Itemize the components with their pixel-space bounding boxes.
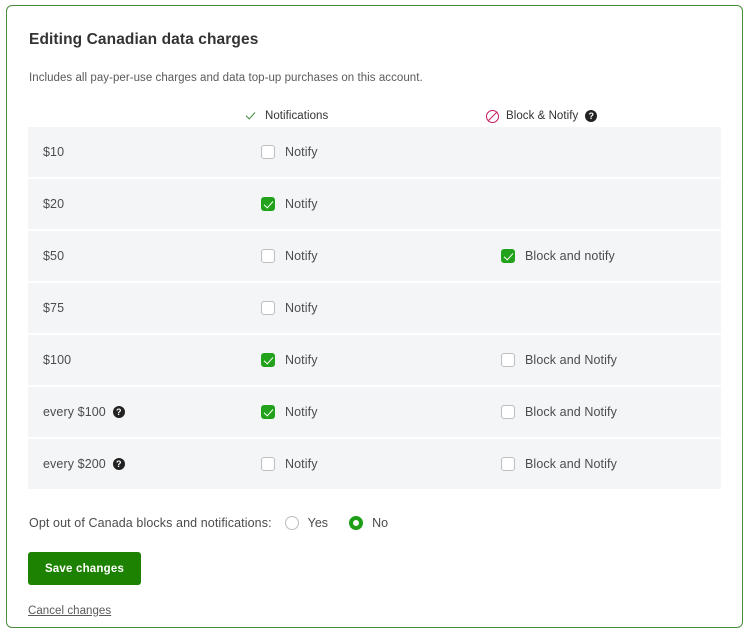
row-amount-cell: $75 (28, 301, 261, 315)
optout-label: Opt out of Canada blocks and notificatio… (29, 516, 272, 530)
block-notify-checkbox[interactable] (501, 353, 515, 367)
row-amount-label: $50 (43, 249, 65, 263)
page-title: Editing Canadian data charges (29, 31, 259, 48)
row-amount-cell: $100 (28, 353, 261, 367)
notify-checkbox[interactable] (261, 145, 275, 159)
block-notify-option[interactable]: Block and Notify (501, 353, 721, 367)
notify-option[interactable]: Notify (261, 301, 501, 315)
notify-option[interactable]: Notify (261, 197, 501, 211)
page-subtitle: Includes all pay-per-use charges and dat… (29, 72, 423, 84)
row-amount-label: every $100 (43, 405, 106, 419)
notify-option[interactable]: Notify (261, 353, 501, 367)
notify-label: Notify (285, 145, 318, 159)
notify-label: Notify (285, 457, 318, 471)
help-icon[interactable]: ? (112, 458, 125, 470)
charges-table: Notifications Block & Notify ? $10 Notify… (28, 105, 721, 489)
header-notifications-label: Notifications (265, 110, 329, 122)
table-row: $75 Notify (28, 283, 721, 335)
table-row: $10 Notify (28, 127, 721, 179)
notify-option[interactable]: Notify (261, 405, 501, 419)
table-row: $50 Notify Block and notify (28, 231, 721, 283)
notify-label: Notify (285, 197, 318, 211)
check-icon (246, 110, 258, 122)
notify-checkbox[interactable] (261, 457, 275, 471)
block-notify-checkbox[interactable] (501, 457, 515, 471)
notify-option[interactable]: Notify (261, 249, 501, 263)
editing-charges-card: Editing Canadian data charges Includes a… (6, 5, 743, 628)
help-icon[interactable]: ? (585, 110, 598, 122)
table-row: $100 Notify Block and Notify (28, 335, 721, 387)
row-amount-label: $100 (43, 353, 72, 367)
notify-label: Notify (285, 405, 318, 419)
notify-checkbox[interactable] (261, 301, 275, 315)
row-amount-cell: $10 (28, 145, 261, 159)
block-notify-checkbox[interactable] (501, 249, 515, 263)
table-header-row: Notifications Block & Notify ? (28, 105, 721, 127)
header-block-notify-label: Block & Notify (506, 110, 579, 122)
notify-label: Notify (285, 301, 318, 315)
table-row: $20 Notify (28, 179, 721, 231)
notify-label: Notify (285, 249, 318, 263)
block-notify-option[interactable]: Block and Notify (501, 457, 721, 471)
row-amount-label: $10 (43, 145, 65, 159)
header-block-notify: Block & Notify ? (486, 109, 721, 123)
row-amount-label: every $200 (43, 457, 106, 471)
save-changes-button[interactable]: Save changes (28, 552, 141, 585)
table-row: every $200? Notify Block and Notify (28, 439, 721, 489)
row-amount-label: $20 (43, 197, 65, 211)
row-amount-cell: every $100? (28, 405, 261, 419)
header-notifications: Notifications (246, 110, 486, 122)
row-amount-cell: $50 (28, 249, 261, 263)
notify-label: Notify (285, 353, 318, 367)
notify-checkbox[interactable] (261, 197, 275, 211)
notify-checkbox[interactable] (261, 353, 275, 367)
row-amount-cell: $20 (28, 197, 261, 211)
radio-button[interactable] (284, 516, 299, 530)
block-notify-label: Block and Notify (525, 457, 617, 471)
table-row: every $100? Notify Block and Notify (28, 387, 721, 439)
notify-checkbox[interactable] (261, 249, 275, 263)
optout-row: Opt out of Canada blocks and notificatio… (28, 516, 721, 530)
block-notify-checkbox[interactable] (501, 405, 515, 419)
radio-button[interactable] (349, 516, 364, 530)
radio-label: No (372, 516, 389, 530)
row-amount-cell: every $200? (28, 457, 261, 471)
block-notify-label: Block and Notify (525, 405, 617, 419)
block-notify-option[interactable]: Block and notify (501, 249, 721, 263)
cancel-changes-link[interactable]: Cancel changes (28, 605, 111, 617)
radio-label: Yes (307, 516, 329, 530)
optout-radio-group: Yes No (284, 516, 388, 530)
optout-radio-yes[interactable]: Yes (284, 516, 329, 530)
row-amount-label: $75 (43, 301, 65, 315)
block-notify-label: Block and notify (525, 249, 615, 263)
optout-radio-no[interactable]: No (349, 516, 388, 530)
notify-checkbox[interactable] (261, 405, 275, 419)
notify-option[interactable]: Notify (261, 457, 501, 471)
ban-icon (486, 109, 499, 123)
block-notify-option[interactable]: Block and Notify (501, 405, 721, 419)
help-icon[interactable]: ? (112, 406, 125, 418)
block-notify-label: Block and Notify (525, 353, 617, 367)
notify-option[interactable]: Notify (261, 145, 501, 159)
table-body: $10 Notify $20 Notify $50 Notify Block and not… (28, 127, 721, 489)
